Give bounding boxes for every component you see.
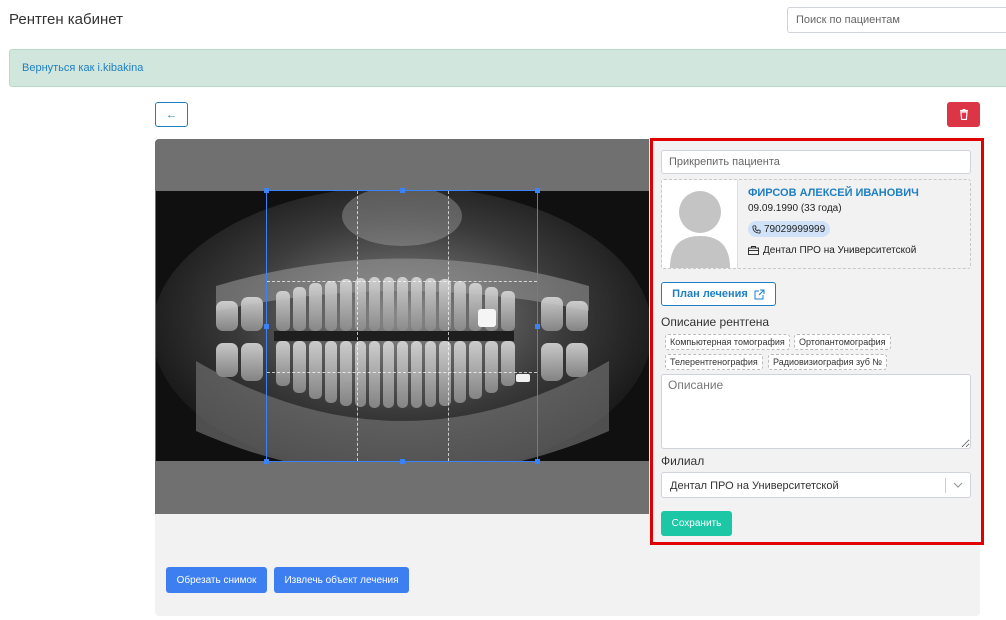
description-textarea[interactable] <box>661 374 971 449</box>
back-button[interactable]: ← <box>155 102 188 127</box>
user-avatar-icon <box>670 191 730 268</box>
patient-phone-text: 79029999999 <box>764 223 826 235</box>
tag-teleroentgenography[interactable]: Телерентгенография <box>665 354 763 370</box>
avatar <box>662 180 738 268</box>
xray-viewer <box>155 139 649 514</box>
attach-patient-input[interactable] <box>661 150 971 174</box>
crop-handle[interactable] <box>535 188 540 193</box>
impersonation-alert: Вернуться как i.kibakina <box>9 49 1006 87</box>
crop-image-button[interactable]: Обрезать снимок <box>166 567 267 593</box>
tag-orthopantomography[interactable]: Ортопантомография <box>794 334 891 350</box>
treatment-plan-label: План лечения <box>672 288 748 300</box>
branch-select[interactable]: Дентал ПРО на Университетской <box>661 472 971 498</box>
patient-birthdate: 09.09.1990 (33 года) <box>748 203 842 214</box>
crop-grid-line <box>267 281 537 282</box>
trash-icon <box>959 109 968 120</box>
select-divider <box>945 478 946 493</box>
crop-handle[interactable] <box>264 324 269 329</box>
patient-search-input[interactable] <box>787 7 1006 33</box>
save-button[interactable]: Сохранить <box>661 511 732 536</box>
clinic-icon <box>748 246 759 255</box>
crop-handle[interactable] <box>400 188 405 193</box>
chevron-down-icon <box>953 482 963 488</box>
delete-button[interactable] <box>947 102 980 127</box>
tag-ct[interactable]: Компьютерная томография <box>665 334 790 350</box>
branch-label: Филиал <box>661 454 705 468</box>
crop-grid-line <box>357 191 358 461</box>
patient-details-panel: ФИРСОВ АЛЕКСЕЙ ИВАНОВИЧ 09.09.1990 (33 г… <box>650 138 984 545</box>
page-title: Рентген кабинет <box>9 11 123 28</box>
crop-handle[interactable] <box>535 324 540 329</box>
crop-handle[interactable] <box>400 459 405 464</box>
branch-select-value: Дентал ПРО на Университетской <box>670 480 839 492</box>
patient-card: ФИРСОВ АЛЕКСЕЙ ИВАНОВИЧ 09.09.1990 (33 г… <box>661 179 971 269</box>
tag-radiovisiography[interactable]: Радиовизиография зуб № <box>768 354 887 370</box>
phone-icon <box>752 224 761 234</box>
treatment-plan-button[interactable]: План лечения <box>661 282 776 306</box>
crop-grid-line <box>267 372 537 373</box>
crop-handle[interactable] <box>535 459 540 464</box>
crop-selection[interactable] <box>264 188 540 464</box>
crop-grid-line <box>448 191 449 461</box>
arrow-left-icon: ← <box>166 108 177 121</box>
patient-name-link[interactable]: ФИРСОВ АЛЕКСЕЙ ИВАНОВИЧ <box>748 187 919 199</box>
xray-description-label: Описание рентгена <box>661 315 770 329</box>
crop-handle[interactable] <box>264 188 269 193</box>
patient-phone-badge[interactable]: 79029999999 <box>748 221 831 237</box>
page: Рентген кабинет Вернуться как i.kibakina… <box>0 0 1006 620</box>
external-link-icon <box>754 289 765 299</box>
extract-treatment-object-button[interactable]: Извлечь объект лечения <box>274 567 409 593</box>
patient-clinic-text: Дентал ПРО на Университетской <box>763 245 917 256</box>
patient-clinic: Дентал ПРО на Университетской <box>748 245 916 256</box>
return-as-user-link[interactable]: Вернуться как i.kibakina <box>22 62 143 74</box>
crop-handle[interactable] <box>264 459 269 464</box>
